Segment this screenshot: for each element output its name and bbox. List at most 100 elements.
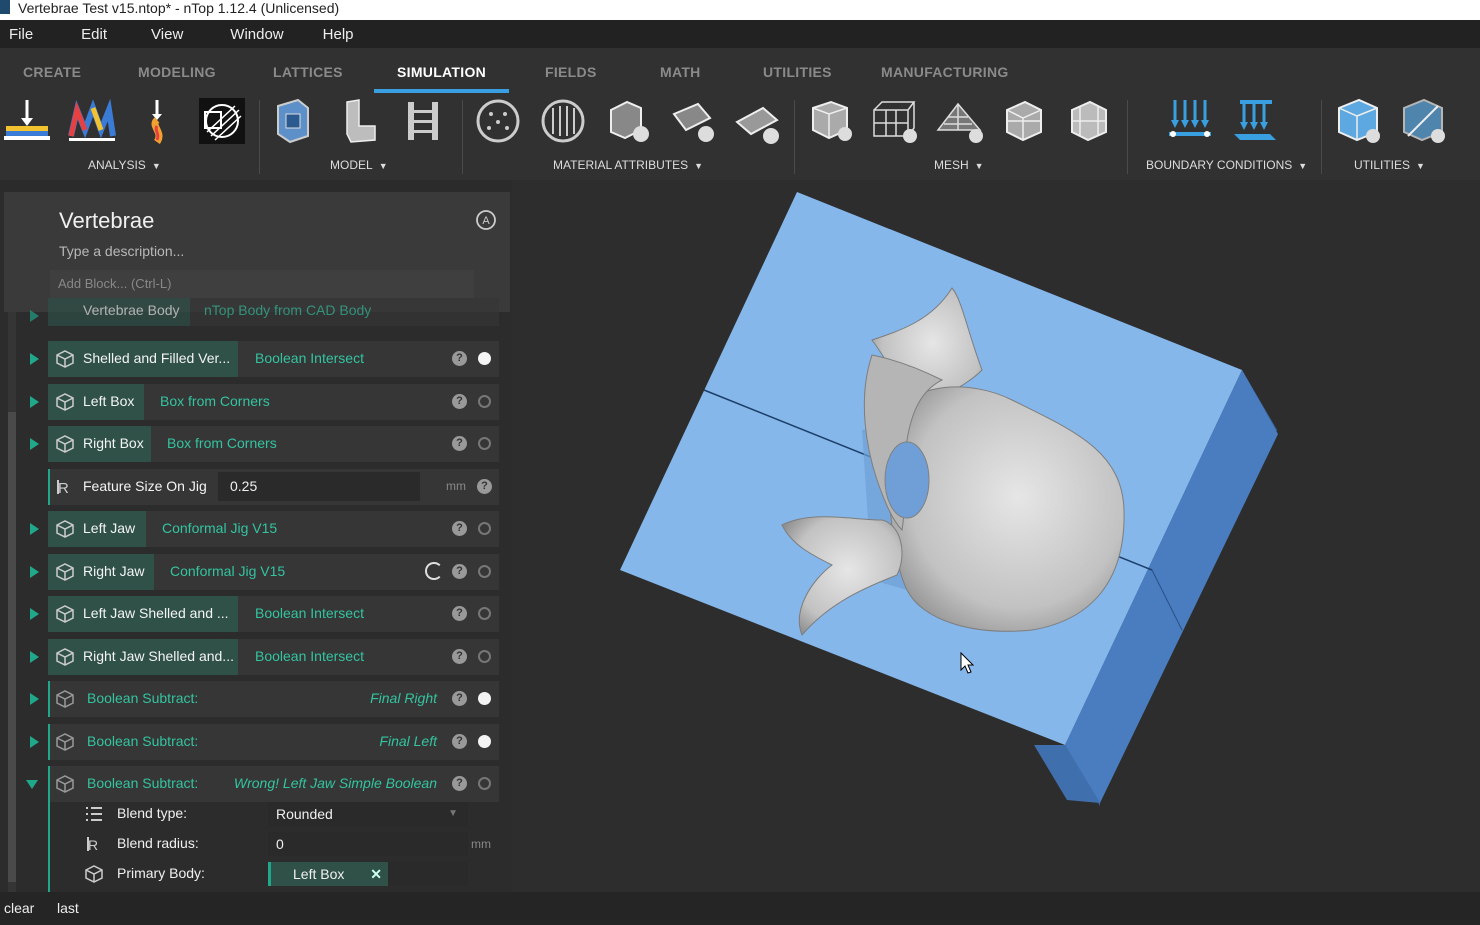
block-row[interactable]: Shelled and Filled Ver... Boolean Inters… bbox=[30, 341, 499, 377]
tab-simulation[interactable]: SIMULATION bbox=[397, 64, 486, 80]
visibility-toggle[interactable] bbox=[478, 395, 491, 408]
visibility-toggle[interactable] bbox=[478, 437, 491, 450]
static-analysis-icon[interactable] bbox=[2, 96, 52, 148]
block-row[interactable]: Boolean Subtract: Final Left ? bbox=[30, 724, 499, 760]
feature-size-input[interactable]: 0.25 bbox=[218, 472, 420, 501]
visibility-toggle[interactable] bbox=[478, 735, 491, 748]
block-row[interactable]: Right Jaw Shelled and... Boolean Interse… bbox=[30, 639, 499, 675]
help-icon[interactable]: ? bbox=[452, 606, 467, 621]
tab-create[interactable]: CREATE bbox=[23, 64, 81, 80]
boolean-block-icon bbox=[56, 690, 74, 708]
expand-arrow-icon[interactable] bbox=[30, 693, 39, 705]
expand-arrow-icon[interactable] bbox=[30, 523, 39, 535]
expand-arrow-icon[interactable] bbox=[30, 566, 39, 578]
tab-utilities[interactable]: UTILITIES bbox=[763, 64, 832, 80]
status-last[interactable]: last bbox=[57, 900, 79, 916]
expand-arrow-icon[interactable] bbox=[30, 736, 39, 748]
fe-solid-model-icon[interactable] bbox=[268, 96, 318, 148]
notebook-description[interactable]: Type a description... bbox=[59, 243, 184, 259]
expand-arrow-icon[interactable] bbox=[30, 396, 39, 408]
group-label-utilities[interactable]: UTILITIES ▼ bbox=[1354, 158, 1425, 172]
fe-utility-block-icon[interactable] bbox=[1333, 96, 1383, 148]
block-row[interactable]: Right Jaw Conformal Jig V15 ? bbox=[30, 554, 499, 590]
menu-view[interactable]: View bbox=[142, 26, 221, 43]
group-label-boundary[interactable]: BOUNDARY CONDITIONS ▼ bbox=[1146, 158, 1307, 172]
material-assign-beam-icon[interactable] bbox=[668, 96, 718, 148]
visibility-toggle[interactable] bbox=[478, 777, 491, 790]
isotropic-material-icon[interactable] bbox=[473, 96, 523, 148]
fe-beam-mesh-icon[interactable] bbox=[868, 96, 918, 148]
help-icon[interactable]: ? bbox=[452, 776, 467, 791]
group-label-mesh[interactable]: MESH ▼ bbox=[934, 158, 984, 172]
surface-mesh-icon[interactable] bbox=[999, 96, 1049, 148]
volume-mesh-icon[interactable] bbox=[1064, 96, 1114, 148]
block-row[interactable]: Boolean Subtract: Wrong! Left Jaw Simple… bbox=[26, 766, 499, 802]
fe-volume-mesh-icon[interactable] bbox=[805, 96, 855, 148]
group-label-material[interactable]: MATERIAL ATTRIBUTES ▼ bbox=[553, 158, 703, 172]
blend-radius-input[interactable]: 0 bbox=[268, 832, 468, 856]
block-row[interactable]: Boolean Subtract: Final Right ? bbox=[30, 681, 499, 717]
help-icon[interactable]: ? bbox=[452, 436, 467, 451]
model-render[interactable] bbox=[512, 180, 1480, 892]
expand-arrow-icon[interactable] bbox=[30, 651, 39, 663]
fe-beam-model-icon[interactable] bbox=[398, 96, 448, 148]
group-label-model[interactable]: MODEL ▼ bbox=[330, 158, 388, 172]
notebook-title[interactable]: Vertebrae bbox=[59, 208, 154, 234]
block-row[interactable]: Left Jaw Shelled and ... Boolean Interse… bbox=[30, 596, 499, 632]
visibility-toggle[interactable] bbox=[478, 650, 491, 663]
thermal-analysis-icon[interactable] bbox=[132, 96, 182, 148]
block-row[interactable]: Left Box Box from Corners ? bbox=[30, 384, 499, 420]
fe-shell-model-icon[interactable] bbox=[333, 96, 383, 148]
orthotropic-material-icon[interactable] bbox=[538, 96, 588, 148]
help-icon[interactable]: ? bbox=[452, 691, 467, 706]
block-row[interactable]: Right Box Box from Corners ? bbox=[30, 426, 499, 462]
add-block-input[interactable]: Add Block... (Ctrl-L) bbox=[50, 270, 474, 298]
remove-icon[interactable]: ✕ bbox=[370, 862, 382, 886]
expand-arrow-icon[interactable] bbox=[30, 353, 39, 365]
pressure-bc-icon[interactable] bbox=[1230, 96, 1280, 148]
group-label-analysis[interactable]: ANALYSIS ▼ bbox=[88, 158, 161, 172]
menu-help[interactable]: Help bbox=[314, 26, 376, 43]
menu-file[interactable]: File bbox=[0, 26, 72, 43]
tab-manufacturing[interactable]: MANUFACTURING bbox=[881, 64, 1009, 80]
tab-fields[interactable]: FIELDS bbox=[545, 64, 597, 80]
fe-surface-mesh-icon[interactable] bbox=[934, 96, 984, 148]
tab-math[interactable]: MATH bbox=[660, 64, 701, 80]
material-assign-solid-icon[interactable] bbox=[603, 96, 653, 148]
help-icon[interactable]: ? bbox=[452, 564, 467, 579]
3d-viewport[interactable] bbox=[512, 180, 1480, 892]
help-icon[interactable]: ? bbox=[452, 394, 467, 409]
status-clear[interactable]: clear bbox=[4, 900, 34, 916]
visibility-toggle[interactable] bbox=[478, 352, 491, 365]
collapse-arrow-icon[interactable] bbox=[26, 780, 38, 789]
tab-modeling[interactable]: MODELING bbox=[138, 64, 216, 80]
help-icon[interactable]: ? bbox=[452, 734, 467, 749]
help-icon[interactable]: ? bbox=[452, 649, 467, 664]
block-row[interactable]: Vertebrae Body nTop Body from CAD Body bbox=[30, 298, 499, 326]
visibility-toggle[interactable] bbox=[478, 522, 491, 535]
force-bc-icon[interactable] bbox=[1165, 96, 1215, 148]
expand-arrow-icon[interactable] bbox=[30, 310, 39, 322]
expand-arrow-icon[interactable] bbox=[30, 438, 39, 450]
material-assign-shell-icon[interactable] bbox=[733, 96, 783, 148]
menu-window[interactable]: Window bbox=[221, 26, 313, 43]
block-row[interactable]: R Feature Size On Jig 0.25 mm ? bbox=[48, 469, 499, 505]
auto-update-icon[interactable]: A bbox=[475, 209, 497, 231]
help-icon[interactable]: ? bbox=[477, 479, 492, 494]
tab-lattices[interactable]: LATTICES bbox=[273, 64, 343, 80]
expand-arrow-icon[interactable] bbox=[30, 608, 39, 620]
help-icon[interactable]: ? bbox=[452, 351, 467, 366]
analysis-result-icon[interactable] bbox=[197, 96, 247, 148]
visibility-toggle[interactable] bbox=[478, 565, 491, 578]
primary-body-chip[interactable]: Left Box ✕ bbox=[268, 862, 388, 886]
blend-type-dropdown[interactable]: Rounded ▼ bbox=[268, 802, 468, 826]
visibility-toggle[interactable] bbox=[478, 607, 491, 620]
fe-utility-wire-icon[interactable] bbox=[1398, 96, 1448, 148]
visibility-toggle[interactable] bbox=[478, 692, 491, 705]
help-icon[interactable]: ? bbox=[452, 521, 467, 536]
modal-analysis-icon[interactable] bbox=[67, 96, 117, 148]
scrollbar-thumb[interactable] bbox=[8, 412, 16, 882]
menu-edit[interactable]: Edit bbox=[72, 26, 142, 43]
panel-scrollbar[interactable] bbox=[8, 312, 16, 892]
block-row[interactable]: Left Jaw Conformal Jig V15 ? bbox=[30, 511, 499, 547]
